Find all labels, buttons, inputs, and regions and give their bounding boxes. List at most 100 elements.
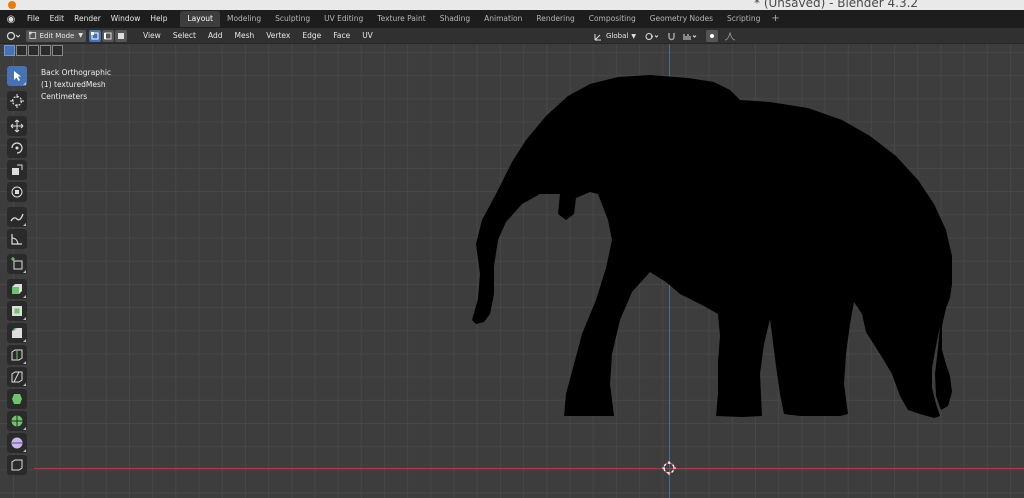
transform-icon <box>11 186 22 198</box>
menu-render[interactable]: Render <box>69 10 106 28</box>
extrude-tool[interactable] <box>6 279 27 299</box>
menu-edge[interactable]: Edge <box>296 28 327 44</box>
tab-texture-paint[interactable]: Texture Paint <box>370 11 432 27</box>
pivot-point-button[interactable] <box>642 30 662 42</box>
tool-variant-indicator <box>22 270 26 273</box>
shear-tool[interactable] <box>6 455 27 475</box>
blender-logo-icon[interactable]: ◉ <box>4 13 18 25</box>
transform-orientation-label: Global <box>606 32 629 40</box>
window-title-bar: * (Unsaved) - Blender 4.3.2 <box>0 0 1024 10</box>
knife-tool[interactable] <box>6 367 27 387</box>
menu-add[interactable]: Add <box>202 28 229 44</box>
object-info-label: (1) texturedMesh <box>41 80 106 89</box>
ruler-icon <box>10 234 22 245</box>
poly-build-icon <box>11 394 22 404</box>
edit-mode-icon <box>29 31 37 39</box>
top-bar: * (Unsaved) - Blender 4.3.2 ◉ File Edit … <box>0 0 1024 28</box>
transform-orientation-dropdown[interactable]: Global ▼ <box>591 30 639 42</box>
header-right-controls: Global ▼ <box>588 30 739 42</box>
rotate-icon <box>10 142 23 154</box>
spin-tool[interactable] <box>6 411 27 431</box>
tab-shading[interactable]: Shading <box>433 11 477 27</box>
pencil-icon <box>9 213 24 222</box>
3d-viewport[interactable]: Back Orthographic (1) texturedMesh Centi… <box>0 44 1024 498</box>
tab-modeling[interactable]: Modeling <box>220 11 268 27</box>
bevel-tool[interactable] <box>6 323 27 343</box>
proportional-editing-button[interactable] <box>706 30 718 42</box>
face-select-icon <box>118 32 124 39</box>
global-orientation-icon <box>594 33 602 40</box>
proportional-falloff-dropdown[interactable] <box>721 30 739 42</box>
annotate-tool[interactable] <box>6 207 27 227</box>
elephant-mesh[interactable] <box>0 44 1024 498</box>
falloff-curve-icon <box>724 31 736 40</box>
select-intersect-button[interactable] <box>52 45 63 56</box>
snap-toggle-button[interactable] <box>665 30 677 42</box>
tab-compositing[interactable]: Compositing <box>582 11 643 27</box>
cursor-tool[interactable] <box>6 91 27 111</box>
edge-select-button[interactable] <box>102 29 114 42</box>
add-workspace-icon[interactable]: + <box>767 11 783 27</box>
menu-help[interactable]: Help <box>145 10 172 28</box>
menu-edit[interactable]: Edit <box>45 10 70 28</box>
tool-variant-indicator <box>22 82 26 85</box>
select-invert-button[interactable] <box>40 45 51 56</box>
move-arrows-icon <box>10 119 23 133</box>
extrude-icon <box>11 284 22 294</box>
tab-geometry-nodes[interactable]: Geometry Nodes <box>643 11 720 27</box>
3d-cursor-tool-icon <box>9 94 24 108</box>
move-tool[interactable] <box>6 116 27 136</box>
menu-file[interactable]: File <box>22 10 45 28</box>
window-title: * (Unsaved) - Blender 4.3.2 <box>754 0 919 10</box>
edge-select-icon <box>104 32 112 39</box>
vertex-select-button[interactable] <box>89 29 101 42</box>
app-logo-icon <box>8 1 16 9</box>
face-select-button[interactable] <box>115 29 127 42</box>
viewport-header: Edit Mode ▼ View Select Add Mesh Vertex … <box>0 28 1024 44</box>
editor-type-button[interactable] <box>3 30 23 42</box>
select-extend-button[interactable] <box>16 45 27 56</box>
menu-face[interactable]: Face <box>327 28 356 44</box>
transform-tool[interactable] <box>6 182 27 202</box>
snap-increment-icon <box>683 33 697 40</box>
scale-tool[interactable] <box>6 160 27 180</box>
bevel-icon <box>11 328 22 338</box>
tool-variant-indicator <box>22 449 26 452</box>
measure-tool[interactable] <box>6 229 27 249</box>
snap-target-dropdown[interactable] <box>680 30 700 42</box>
tab-rendering[interactable]: Rendering <box>529 11 581 27</box>
magnet-icon <box>667 32 675 40</box>
loop-cut-tool[interactable] <box>6 345 27 365</box>
smooth-tool[interactable] <box>6 433 27 453</box>
tool-variant-indicator <box>22 361 26 364</box>
menu-view[interactable]: View <box>137 28 167 44</box>
menu-window[interactable]: Window <box>106 10 146 28</box>
menu-uv[interactable]: UV <box>356 28 379 44</box>
menu-vertex[interactable]: Vertex <box>260 28 296 44</box>
select-box-tool[interactable] <box>6 66 27 86</box>
loop-cut-icon <box>11 349 22 361</box>
3d-cursor-icon[interactable] <box>662 461 676 475</box>
tab-scripting[interactable]: Scripting <box>720 11 767 27</box>
rotate-tool[interactable] <box>6 138 27 158</box>
tab-uv-editing[interactable]: UV Editing <box>317 11 370 27</box>
tab-sculpting[interactable]: Sculpting <box>268 11 317 27</box>
select-subtract-button[interactable] <box>28 45 39 56</box>
menu-mesh[interactable]: Mesh <box>228 28 260 44</box>
tool-variant-indicator <box>22 317 26 320</box>
tool-variant-indicator <box>22 427 26 430</box>
add-cube-icon <box>10 257 22 270</box>
inset-tool[interactable] <box>6 301 27 321</box>
pivot-point-icon <box>645 32 659 40</box>
mode-label: Edit Mode <box>39 31 75 40</box>
smooth-icon <box>11 437 22 449</box>
menu-select[interactable]: Select <box>167 28 202 44</box>
poly-build-tool[interactable] <box>6 389 27 409</box>
select-new-button[interactable] <box>4 45 15 56</box>
tab-layout[interactable]: Layout <box>180 11 220 27</box>
select-mode-strip <box>4 45 64 58</box>
vertex-select-icon <box>91 31 99 39</box>
tab-animation[interactable]: Animation <box>477 11 529 27</box>
mode-dropdown[interactable]: Edit Mode ▼ <box>26 29 86 42</box>
add-cube-tool[interactable] <box>6 254 27 274</box>
